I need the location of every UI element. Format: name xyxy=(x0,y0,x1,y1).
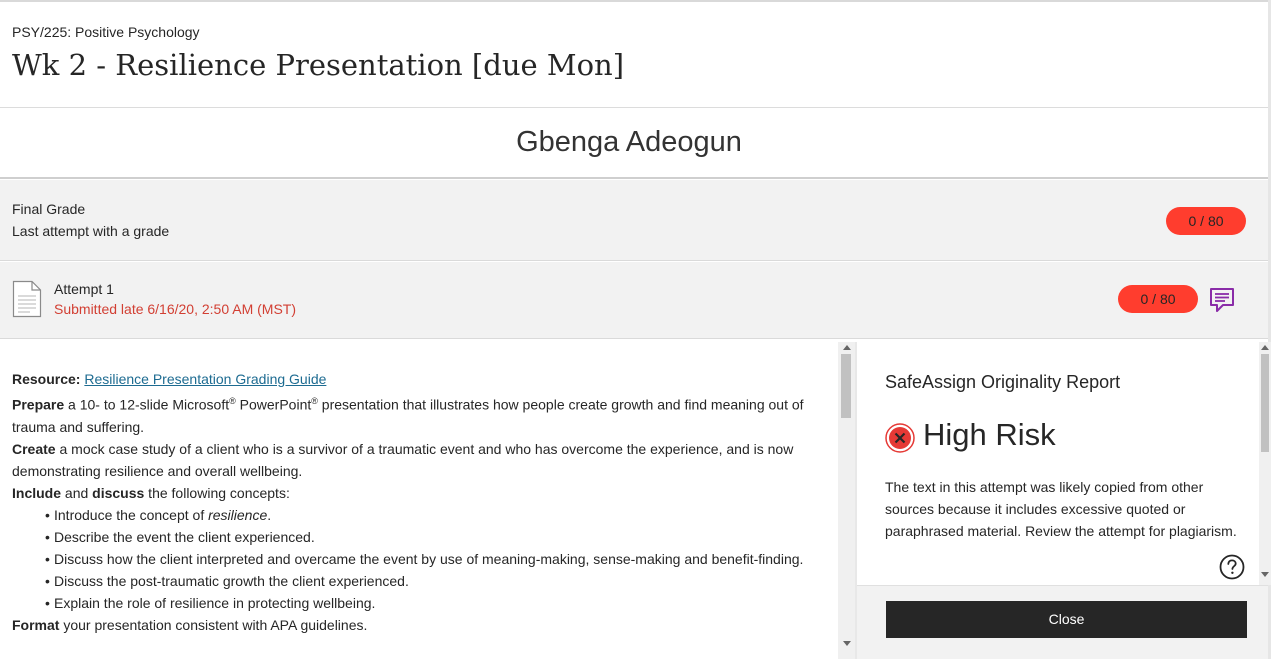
attempt-row[interactable]: Attempt 1 Submitted late 6/16/20, 2:50 A… xyxy=(0,262,1268,339)
scroll-down-icon[interactable] xyxy=(843,641,851,646)
page-title: Wk 2 - Resilience Presentation [due Mon] xyxy=(12,48,625,82)
list-item: Describe the event the client experience… xyxy=(45,526,812,548)
format-paragraph: Format your presentation consistent with… xyxy=(12,614,812,636)
scroll-up-icon[interactable] xyxy=(843,345,851,350)
list-item: Discuss how the client interpreted and o… xyxy=(45,548,812,570)
submission-content: Resource: Resilience Presentation Gradin… xyxy=(0,342,838,659)
risk-level: High Risk xyxy=(923,417,1056,452)
close-button[interactable]: Close xyxy=(886,601,1247,638)
registered-mark: ® xyxy=(229,396,236,406)
resource-label: Resource: xyxy=(12,371,81,387)
resource-line: Resource: Resilience Presentation Gradin… xyxy=(12,368,812,390)
safeassign-panel: SafeAssign Originality Report High Risk … xyxy=(857,342,1259,585)
scroll-up-icon[interactable] xyxy=(1261,345,1269,350)
panel-footer: Close xyxy=(857,585,1268,659)
bullet-1-end: . xyxy=(267,506,272,523)
feedback-icon[interactable] xyxy=(1209,287,1235,313)
scroll-down-icon[interactable] xyxy=(1261,572,1269,577)
registered-mark: ® xyxy=(311,396,318,406)
list-item: Discuss the post-traumatic growth the cl… xyxy=(45,570,812,592)
grading-guide-link[interactable]: Resilience Presentation Grading Guide xyxy=(84,371,326,387)
content-scrollbar[interactable] xyxy=(838,342,855,659)
list-item: Explain the role of resilience in protec… xyxy=(45,592,812,614)
student-header: Gbenga Adeogun xyxy=(0,108,1268,179)
safeassign-title: SafeAssign Originality Report xyxy=(885,372,1121,392)
student-name: Gbenga Adeogun xyxy=(516,126,742,158)
high-risk-icon xyxy=(885,423,915,453)
prepare-text-2: PowerPoint xyxy=(235,396,312,413)
create-paragraph: Create a mock case study of a client who… xyxy=(12,438,812,482)
final-grade-label: Final Grade xyxy=(12,201,86,217)
list-item: Introduce the concept of resilience. xyxy=(45,504,812,526)
prepare-text-1: a 10- to 12-slide Microsoft xyxy=(64,396,230,413)
document-icon xyxy=(12,280,42,318)
format-bold: Format xyxy=(12,616,60,633)
final-grade-sublabel: Last attempt with a grade xyxy=(12,223,170,239)
prepare-bold: Prepare xyxy=(12,396,65,413)
final-grade-badge[interactable]: 0 / 80 xyxy=(1166,207,1246,235)
and-text: and xyxy=(61,484,93,501)
bullet-1-text: Introduce the concept of xyxy=(54,506,209,523)
final-grade-row: Final Grade Last attempt with a grade 0 … xyxy=(0,180,1268,261)
include-text: the following concepts: xyxy=(144,484,290,501)
create-text: a mock case study of a client who is a s… xyxy=(12,440,794,479)
page-header: PSY/225: Positive Psychology Wk 2 - Resi… xyxy=(0,2,1268,108)
help-icon[interactable] xyxy=(1219,554,1245,580)
scrollbar-thumb[interactable] xyxy=(1261,354,1269,452)
include-bold: Include xyxy=(12,484,62,501)
concepts-list: Introduce the concept of resilience. Des… xyxy=(12,504,812,614)
create-bold: Create xyxy=(12,440,56,457)
attempt-label[interactable]: Attempt 1 xyxy=(54,281,114,297)
risk-description: The text in this attempt was likely copi… xyxy=(885,479,1237,539)
course-name: PSY/225: Positive Psychology xyxy=(12,24,200,40)
bullet-1-italic: resilience xyxy=(208,506,268,523)
panel-scrollbar[interactable] xyxy=(1259,342,1271,585)
format-text: your presentation consistent with APA gu… xyxy=(59,616,368,633)
include-paragraph: Include and discuss the following concep… xyxy=(12,482,812,504)
discuss-bold: discuss xyxy=(92,484,145,501)
prepare-paragraph: Prepare a 10- to 12-slide Microsoft® Pow… xyxy=(12,390,812,438)
attempt-grade-badge[interactable]: 0 / 80 xyxy=(1118,285,1198,313)
scrollbar-thumb[interactable] xyxy=(841,354,851,418)
attempt-status: Submitted late 6/16/20, 2:50 AM (MST) xyxy=(54,301,297,317)
